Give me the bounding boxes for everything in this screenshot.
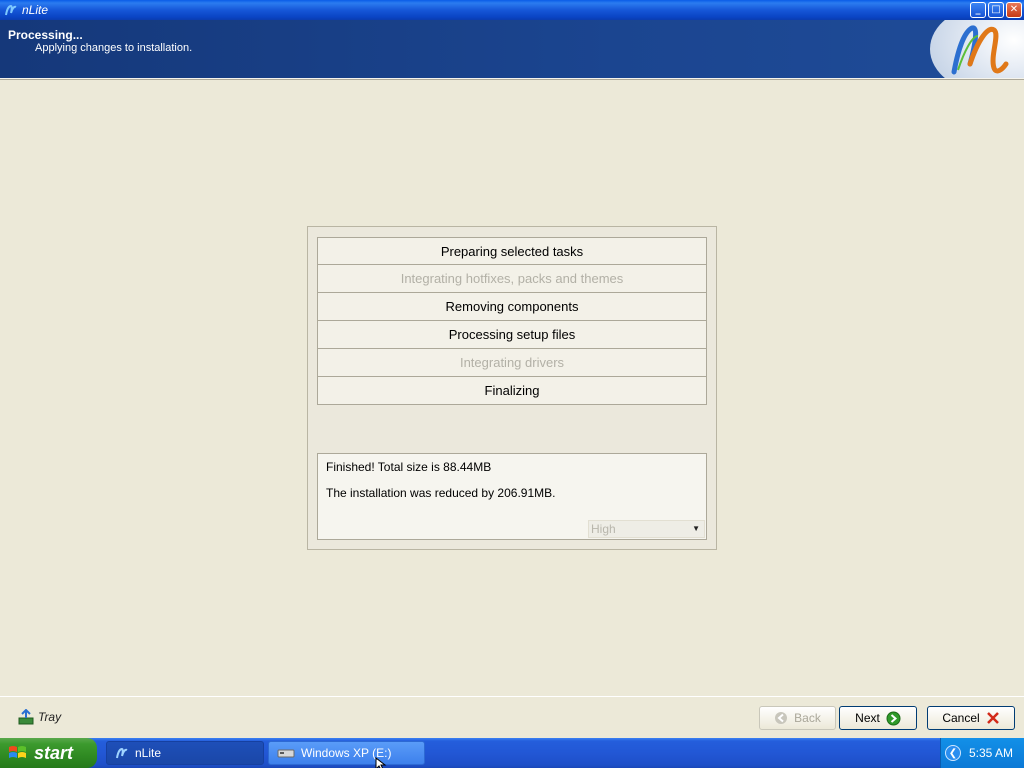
header-banner: Processing... Applying changes to instal… xyxy=(0,20,1024,78)
page-subtitle: Applying changes to installation. xyxy=(35,42,193,54)
task-processing-setup: Processing setup files xyxy=(317,321,707,349)
priority-dropdown[interactable]: High ▼ xyxy=(588,520,705,538)
task-integrating-drivers: Integrating drivers xyxy=(317,349,707,377)
tray-icon xyxy=(18,709,34,725)
task-finalizing: Finalizing xyxy=(317,377,707,405)
back-arrow-icon xyxy=(775,712,788,724)
start-label: start xyxy=(34,742,74,763)
show-hidden-icons-button[interactable]: ❮ xyxy=(945,745,961,761)
drive-icon xyxy=(277,749,295,758)
tray-label: Tray xyxy=(38,710,62,724)
task-integrating-hotfixes: Integrating hotfixes, packs and themes xyxy=(317,265,707,293)
taskbar-item-label: nLite xyxy=(135,746,162,760)
window-title: nLite xyxy=(22,3,49,17)
priority-value: High xyxy=(591,522,616,536)
result-box: Finished! Total size is 88.44MB The inst… xyxy=(317,453,707,540)
maximize-button[interactable]: □ xyxy=(988,2,1004,18)
header-divider xyxy=(0,78,1024,80)
nlite-app-icon xyxy=(5,4,17,16)
close-button[interactable]: ✕ xyxy=(1006,2,1022,18)
taskbar-item-nlite[interactable]: nLite xyxy=(106,741,264,765)
nlite-taskbar-icon xyxy=(116,747,128,759)
cancel-label: Cancel xyxy=(942,711,980,725)
taskbar: start nLite Windows XP (E:) ❮ 5:35 AM xyxy=(0,738,1024,768)
windows-logo-icon xyxy=(9,746,26,758)
total-size-text: Finished! Total size is 88.44MB xyxy=(326,460,492,474)
next-arrow-icon xyxy=(886,711,901,725)
page-title: Processing... xyxy=(8,28,83,42)
chevron-down-icon: ▼ xyxy=(692,524,700,533)
task-list: Preparing selected tasks Integrating hot… xyxy=(317,237,707,405)
nlite-logo-icon xyxy=(930,20,1024,78)
task-removing-components: Removing components xyxy=(317,293,707,321)
tray-button[interactable]: Tray xyxy=(18,709,61,725)
task-preparing: Preparing selected tasks xyxy=(317,237,707,265)
title-bar[interactable]: nLite _ □ ✕ xyxy=(0,0,1024,20)
progress-panel: Preparing selected tasks Integrating hot… xyxy=(307,226,717,550)
back-label: Back xyxy=(794,711,821,725)
next-button[interactable]: Next xyxy=(839,706,917,730)
footer-divider xyxy=(0,696,1024,697)
close-x-icon xyxy=(986,712,999,724)
window-controls: _ □ ✕ xyxy=(970,2,1022,18)
cancel-button[interactable]: Cancel xyxy=(927,706,1015,730)
clock: 5:35 AM xyxy=(969,746,1014,760)
minimize-button[interactable]: _ xyxy=(970,2,986,18)
next-label: Next xyxy=(855,711,880,725)
reduction-text: The installation was reduced by 206.91MB… xyxy=(326,486,556,500)
start-button[interactable]: start xyxy=(0,738,97,768)
mouse-cursor-icon xyxy=(375,757,387,768)
taskbar-item-windows-xp[interactable]: Windows XP (E:) xyxy=(268,741,425,765)
system-tray: ❮ 5:35 AM xyxy=(940,738,1024,768)
back-button[interactable]: Back xyxy=(759,706,836,730)
